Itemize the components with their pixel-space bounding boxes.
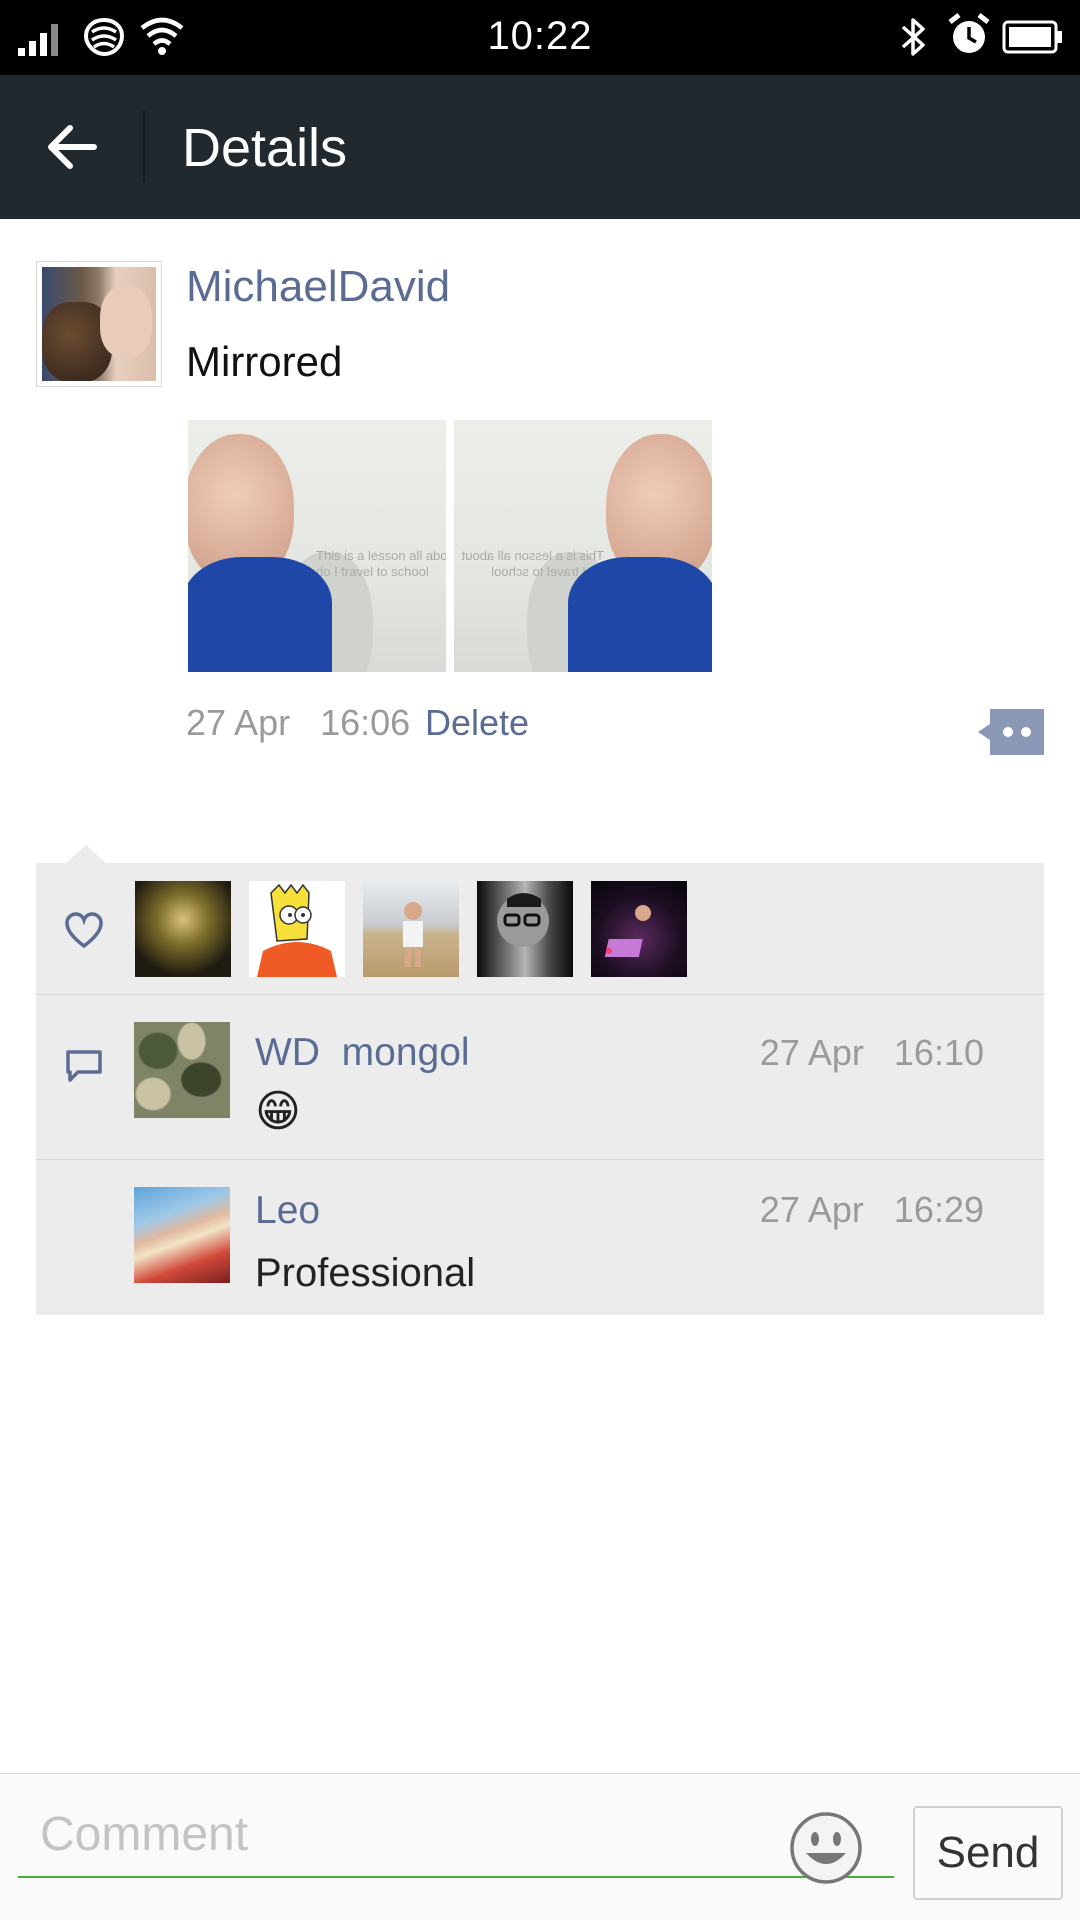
guitarist-avatar[interactable] <box>135 881 231 977</box>
heart-icon <box>65 912 103 949</box>
comment-item[interactable]: Leo 27 Apr 16:29 Professional <box>36 1161 1044 1315</box>
app-bar-divider <box>143 111 145 183</box>
comment-icon <box>66 1050 102 1082</box>
app-bar: Details <box>0 75 1080 219</box>
glasses-man-avatar[interactable] <box>477 881 573 977</box>
comment-time: 16:10 <box>893 1032 984 1073</box>
likes-comments-panel: WD mongol 27 Apr 16:10 😁 Leo 27 Apr 16:2… <box>36 863 1044 1315</box>
post-date: 27 Apr <box>186 702 291 743</box>
battery-icon <box>1002 20 1062 54</box>
comment-timestamp: 27 Apr 16:29 <box>760 1189 984 1231</box>
photo-caption-text: This is a lesson all about do I travel t… <box>316 548 446 579</box>
comment-date: 27 Apr <box>759 1032 864 1073</box>
avatar[interactable] <box>134 1022 230 1118</box>
comment-composer: Send <box>0 1773 1080 1920</box>
post-photo-mirrored[interactable]: This is a lesson all about do I travel t… <box>454 420 712 672</box>
cartoon-avatar[interactable] <box>249 881 345 977</box>
delete-link[interactable]: Delete <box>425 702 529 744</box>
commenter-name[interactable]: WD mongol <box>255 1031 470 1075</box>
avatar[interactable] <box>134 1187 230 1283</box>
post-time: 16:06 <box>320 702 411 743</box>
commenter-name[interactable]: Leo <box>255 1189 320 1233</box>
post-photo-original[interactable]: This is a lesson all about do I travel t… <box>188 420 446 672</box>
page-title: Details <box>182 118 348 178</box>
author-avatar[interactable] <box>36 261 162 387</box>
post-timestamp: 27 Apr 16:06 <box>186 702 410 744</box>
back-button[interactable] <box>30 111 114 183</box>
comment-timestamp: 27 Apr 16:10 <box>760 1032 984 1074</box>
panel-notch <box>66 845 106 863</box>
comment-time: 16:29 <box>893 1189 984 1230</box>
dj-avatar[interactable] <box>591 881 687 977</box>
comment-text: 😁 <box>255 1087 301 1136</box>
author-name[interactable]: MichaelDavid <box>186 262 450 312</box>
comment-date: 27 Apr <box>759 1189 864 1230</box>
post-text: Mirrored <box>186 338 343 385</box>
send-button[interactable]: Send <box>913 1806 1063 1900</box>
likes-row <box>36 863 1044 995</box>
smiley-icon[interactable] <box>789 1811 863 1885</box>
alarm-icon <box>948 13 990 53</box>
comment-text: Professional <box>255 1251 476 1295</box>
comment-more-icon[interactable] <box>978 709 1044 755</box>
bluetooth-icon <box>901 18 925 56</box>
status-bar: 10:22 <box>0 0 1080 75</box>
arrow-left-icon <box>48 125 97 169</box>
child-avatar[interactable] <box>363 881 459 977</box>
comment-input[interactable] <box>18 1792 894 1878</box>
comment-item[interactable]: WD mongol 27 Apr 16:10 😁 <box>36 996 1044 1160</box>
